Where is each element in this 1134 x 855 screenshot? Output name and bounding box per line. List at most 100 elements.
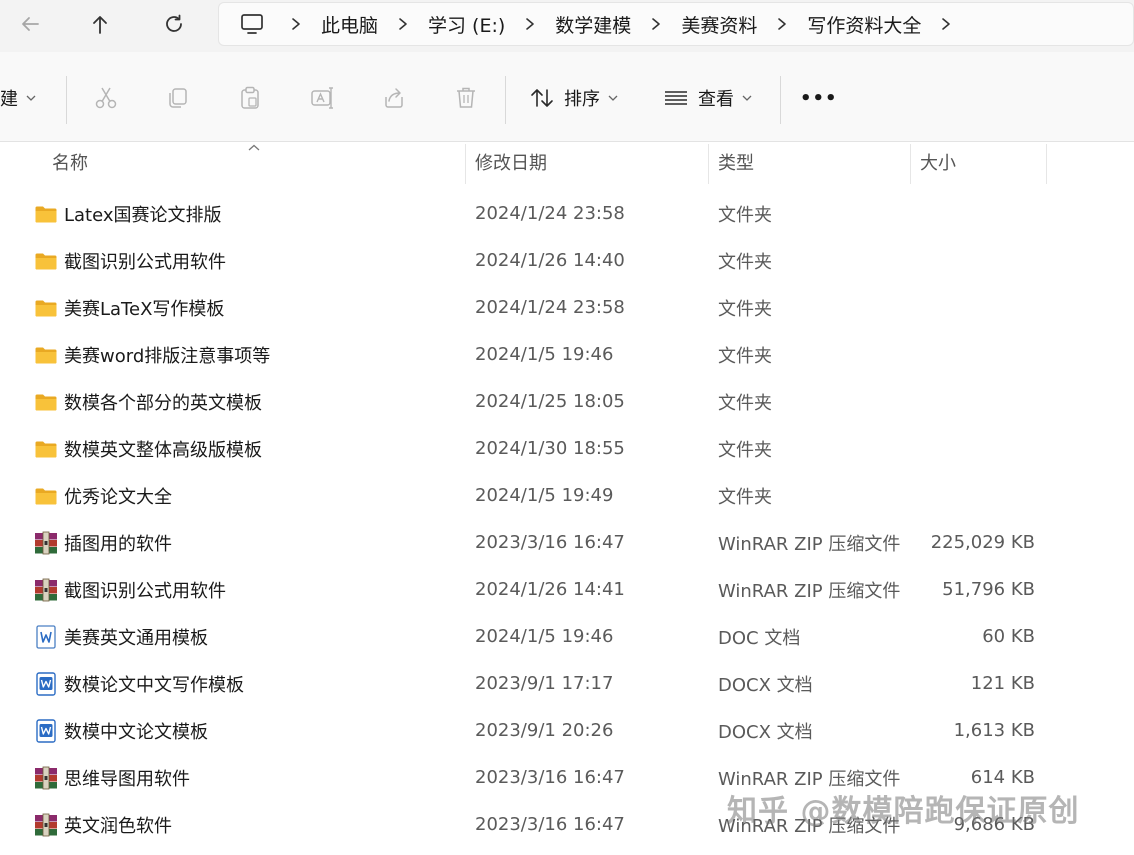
- chevron-down-icon: [742, 95, 752, 101]
- copy-button[interactable]: [158, 78, 198, 118]
- more-options-button[interactable]: •••: [800, 78, 838, 118]
- cut-button[interactable]: [86, 78, 126, 118]
- file-name: 美赛英文通用模板: [64, 627, 208, 649]
- file-type-icon: [34, 578, 58, 602]
- breadcrumb-item[interactable]: 写作资料大全: [801, 11, 927, 38]
- address-bar[interactable]: 此电脑 学习 (E:) 数学建模 美赛资料 写作资料大全: [218, 2, 1134, 46]
- file-name: Latex国赛论文排版: [64, 204, 222, 226]
- file-modified: 2024/1/24 23:58: [475, 297, 625, 318]
- file-name-cell[interactable]: 美赛英文通用模板: [34, 613, 208, 660]
- file-row[interactable]: 美赛LaTeX写作模板 2024/1/24 23:58 文件夹: [0, 284, 1134, 331]
- file-name-cell[interactable]: 数模中文论文模板: [34, 707, 208, 754]
- arrow-left-icon: [22, 17, 39, 31]
- sort-button[interactable]: 排序: [526, 78, 618, 118]
- chevron-right-icon[interactable]: [763, 17, 801, 31]
- file-row[interactable]: Latex国赛论文排版 2024/1/24 23:58 文件夹: [0, 190, 1134, 237]
- file-row[interactable]: 截图识别公式用软件 2024/1/26 14:41 WinRAR ZIP 压缩文件 5…: [0, 566, 1134, 613]
- file-type-icon: [34, 766, 58, 790]
- winrar-archive-icon: [35, 531, 57, 554]
- file-type: 文件夹: [718, 392, 772, 414]
- file-row[interactable]: 优秀论文大全 2024/1/5 19:49 文件夹: [0, 472, 1134, 519]
- chevron-right-icon[interactable]: [637, 17, 675, 31]
- file-type-icon: [34, 296, 58, 320]
- refresh-button[interactable]: [154, 6, 194, 42]
- file-name-cell[interactable]: 思维导图用软件: [34, 754, 190, 801]
- sort-icon: [531, 89, 553, 107]
- rename-button[interactable]: [302, 78, 342, 118]
- column-divider[interactable]: [1046, 144, 1047, 184]
- breadcrumb-item[interactable]: 美赛资料: [675, 11, 763, 38]
- file-modified: 2024/1/30 18:55: [475, 438, 625, 459]
- new-button[interactable]: 新建: [0, 78, 46, 118]
- divider: [780, 76, 781, 124]
- up-button[interactable]: [80, 6, 120, 42]
- column-name-header[interactable]: 名称: [52, 142, 88, 182]
- column-divider[interactable]: [708, 144, 709, 184]
- clipboard-icon: [241, 86, 259, 109]
- file-name-cell[interactable]: Latex国赛论文排版: [34, 190, 222, 237]
- file-name-cell[interactable]: 截图识别公式用软件: [34, 566, 226, 613]
- file-type-icon: [34, 437, 58, 461]
- file-row[interactable]: 数模中文论文模板 2023/9/1 20:26 DOCX 文档 1,613 KB: [0, 707, 1134, 754]
- divider: [66, 76, 67, 124]
- refresh-icon: [166, 14, 182, 32]
- paste-button[interactable]: [230, 78, 270, 118]
- back-button[interactable]: [10, 6, 50, 42]
- file-modified: 2024/1/25 18:05: [475, 391, 625, 412]
- file-row[interactable]: 美赛word排版注意事项等 2024/1/5 19:46 文件夹: [0, 331, 1134, 378]
- file-name-cell[interactable]: 插图用的软件: [34, 519, 172, 566]
- file-list: Latex国赛论文排版 2024/1/24 23:58 文件夹 截图识别公式用软件 20…: [0, 190, 1134, 848]
- view-list-icon: [665, 91, 687, 105]
- column-size-header[interactable]: 大小: [920, 142, 956, 182]
- file-row[interactable]: 美赛英文通用模板 2024/1/5 19:46 DOC 文档 60 KB: [0, 613, 1134, 660]
- column-divider[interactable]: [465, 144, 466, 184]
- file-name-cell[interactable]: 数模英文整体高级版模板: [34, 425, 262, 472]
- winrar-archive-icon: [35, 813, 57, 836]
- file-name-cell[interactable]: 数模各个部分的英文模板: [34, 378, 262, 425]
- chevron-right-icon[interactable]: [384, 17, 422, 31]
- file-name: 数模各个部分的英文模板: [64, 392, 262, 414]
- breadcrumb-item[interactable]: 学习 (E:): [422, 11, 511, 38]
- file-name: 插图用的软件: [64, 533, 172, 555]
- file-row[interactable]: 数模各个部分的英文模板 2024/1/25 18:05 文件夹: [0, 378, 1134, 425]
- column-modified-header[interactable]: 修改日期: [475, 142, 547, 182]
- folder-icon: [35, 253, 57, 269]
- this-pc-crumb[interactable]: [227, 12, 277, 36]
- monitor-icon: [241, 14, 263, 34]
- column-header-row: 名称 修改日期 类型 大小: [0, 142, 1134, 186]
- file-name-cell[interactable]: 优秀论文大全: [34, 472, 172, 519]
- file-type: 文件夹: [718, 486, 772, 508]
- file-type-icon: [34, 531, 58, 555]
- chevron-right-icon[interactable]: [277, 17, 315, 31]
- word-docx-icon: [36, 718, 56, 743]
- breadcrumb-item[interactable]: 此电脑: [315, 11, 384, 38]
- word-doc-icon: [36, 624, 56, 649]
- file-modified: 2024/1/5 19:46: [475, 344, 614, 365]
- chevron-down-icon: [608, 95, 618, 101]
- view-label: 查看: [698, 89, 734, 110]
- file-row[interactable]: 数模论文中文写作模板 2023/9/1 17:17 DOCX 文档 121 KB: [0, 660, 1134, 707]
- chevron-right-icon[interactable]: [511, 17, 549, 31]
- share-button[interactable]: [374, 78, 414, 118]
- file-name-cell[interactable]: 英文润色软件: [34, 801, 172, 848]
- file-name-cell[interactable]: 截图识别公式用软件: [34, 237, 226, 284]
- file-row[interactable]: 数模英文整体高级版模板 2024/1/30 18:55 文件夹: [0, 425, 1134, 472]
- file-type: 文件夹: [718, 251, 772, 273]
- column-divider[interactable]: [910, 144, 911, 184]
- file-row[interactable]: 插图用的软件 2023/3/16 16:47 WinRAR ZIP 压缩文件 225,…: [0, 519, 1134, 566]
- breadcrumb-item[interactable]: 数学建模: [549, 11, 637, 38]
- delete-button[interactable]: [446, 78, 486, 118]
- chevron-right-icon[interactable]: [927, 17, 965, 31]
- trash-icon: [457, 87, 475, 108]
- view-button[interactable]: 查看: [660, 78, 752, 118]
- file-name-cell[interactable]: 美赛LaTeX写作模板: [34, 284, 224, 331]
- folder-icon: [35, 300, 57, 316]
- file-name-cell[interactable]: 美赛word排版注意事项等: [34, 331, 270, 378]
- column-type-header[interactable]: 类型: [718, 142, 754, 182]
- file-type-icon: [34, 249, 58, 273]
- file-type: 文件夹: [718, 204, 772, 226]
- file-row[interactable]: 截图识别公式用软件 2024/1/26 14:40 文件夹: [0, 237, 1134, 284]
- file-modified: 2024/1/26 14:41: [475, 579, 625, 600]
- file-name-cell[interactable]: 数模论文中文写作模板: [34, 660, 244, 707]
- file-size: 121 KB: [970, 673, 1035, 694]
